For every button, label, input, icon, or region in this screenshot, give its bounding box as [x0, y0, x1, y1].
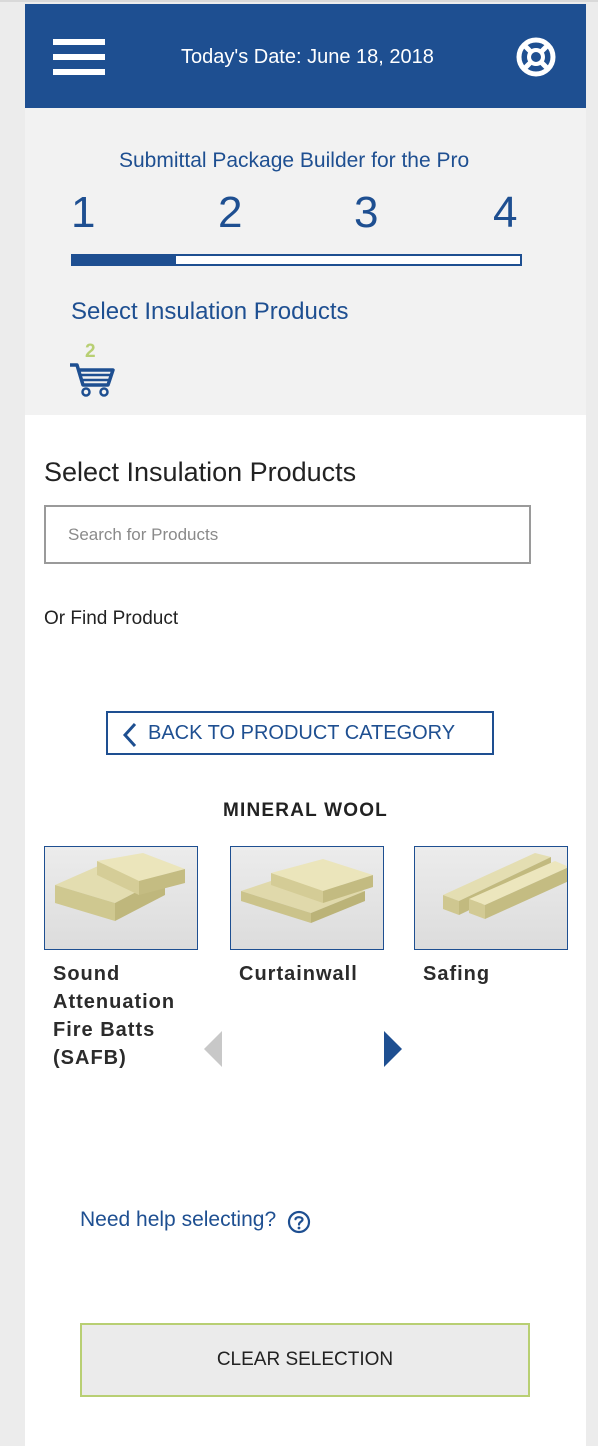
chevron-left-icon — [122, 722, 137, 748]
top-border — [0, 0, 598, 2]
product-card-curtainwall[interactable]: Curtainwall — [230, 846, 384, 988]
builder-title: Submittal Package Builder for the Pro — [119, 149, 470, 172]
back-to-category-button[interactable]: BACK TO PRODUCT CATEGORY — [106, 711, 494, 755]
cart-button[interactable]: 2 — [68, 341, 118, 399]
section-title: Select Insulation Products — [44, 457, 357, 487]
product-card-safing[interactable]: Safing — [414, 846, 568, 988]
step-progress-bar — [71, 254, 522, 266]
app-frame: Today's Date: June 18, 2018 Submittal Pa… — [25, 4, 586, 1446]
hamburger-bar — [53, 69, 105, 75]
step-4[interactable]: 4 — [493, 188, 517, 238]
clear-selection-button[interactable]: CLEAR SELECTION — [80, 1323, 530, 1397]
find-product-label: Or Find Product — [44, 608, 179, 629]
need-help-label: Need help selecting? — [80, 1208, 277, 1231]
step-1[interactable]: 1 — [71, 188, 95, 238]
back-button-label: BACK TO PRODUCT CATEGORY — [148, 722, 456, 744]
todays-date: Today's Date: June 18, 2018 — [181, 46, 434, 68]
step-3[interactable]: 3 — [354, 188, 378, 238]
carousel-prev-arrow[interactable] — [204, 1031, 224, 1067]
product-image-safb — [44, 846, 198, 950]
panel-heading: Select Insulation Products — [71, 298, 349, 325]
shopping-cart-icon — [70, 363, 115, 397]
builder-panel: Submittal Package Builder for the Pro 1 … — [25, 108, 586, 415]
product-label: Curtainwall — [239, 963, 358, 985]
need-help-link[interactable]: Need help selecting? — [80, 1208, 311, 1234]
lifebuoy-icon[interactable] — [515, 36, 557, 78]
product-image-safing — [414, 846, 568, 950]
category-title: MINERAL WOOL — [223, 800, 388, 821]
product-card-safb[interactable]: Sound Attenuation Fire Batts (SAFB) — [44, 846, 198, 1072]
product-image-curtainwall — [230, 846, 384, 950]
product-label: Safing — [423, 963, 491, 985]
search-input[interactable] — [44, 505, 531, 564]
cart-count-badge: 2 — [85, 341, 96, 362]
progress-fill — [73, 256, 176, 264]
question-icon — [287, 1210, 311, 1234]
hamburger-icon[interactable] — [53, 39, 105, 75]
hamburger-bar — [53, 39, 105, 45]
app-header: Today's Date: June 18, 2018 — [25, 4, 586, 108]
step-2[interactable]: 2 — [218, 188, 242, 238]
carousel-next-arrow[interactable] — [382, 1031, 402, 1067]
product-label: Sound Attenuation Fire Batts (SAFB) — [53, 963, 176, 1069]
hamburger-bar — [53, 54, 105, 60]
